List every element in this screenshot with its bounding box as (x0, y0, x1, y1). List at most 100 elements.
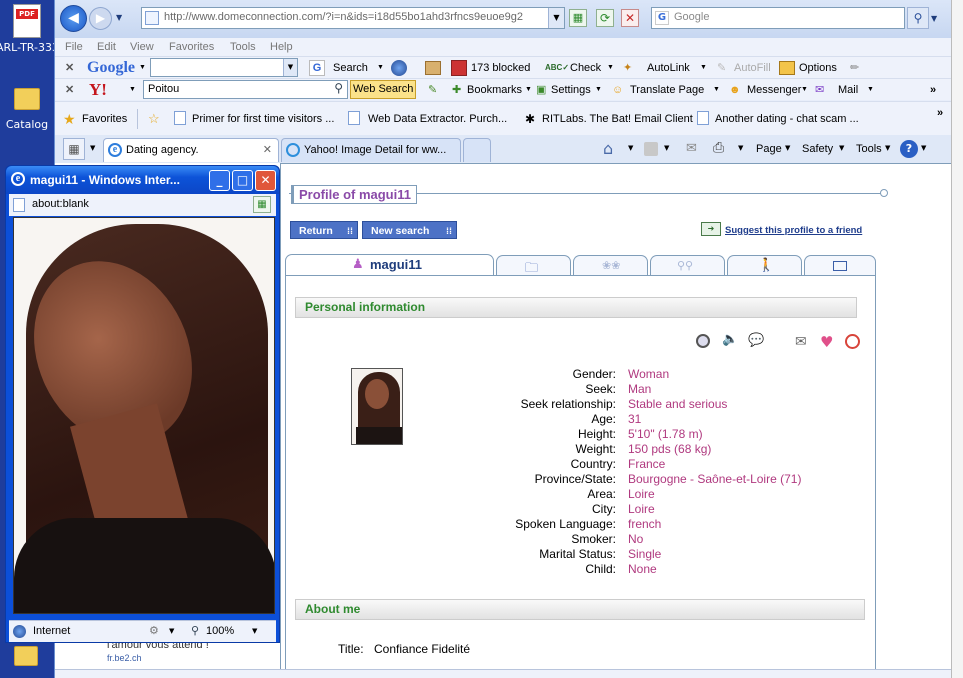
autofill-button[interactable]: AutoFill (734, 57, 771, 79)
more-chevron-icon[interactable]: » (937, 102, 943, 124)
forward-button[interactable]: ▶ (89, 7, 112, 30)
favorite-link-4[interactable]: Another dating - chat scam ... (715, 108, 859, 130)
mail-button[interactable]: Mail (838, 79, 858, 101)
popup-blocker-icon[interactable] (451, 60, 467, 76)
tab-yahoo-image[interactable]: Yahoo! Image Detail for ww... (281, 138, 461, 162)
compatibility-icon[interactable]: ▦ (569, 9, 587, 27)
options-button[interactable]: Options (799, 57, 837, 79)
tools-menu[interactable]: Tools (856, 138, 882, 160)
tab-list-icon[interactable]: ▼ (90, 144, 95, 152)
menu-tools[interactable]: Tools (230, 38, 256, 56)
tab-gifts[interactable]: ❀❀ (573, 255, 648, 276)
desktop-icon-pdf[interactable]: PDF ARL-TR-333 (0, 4, 54, 54)
chevron-down-icon[interactable]: ▼ (283, 59, 297, 76)
home-icon[interactable]: ⌂ (603, 139, 613, 158)
new-search-button[interactable]: New search ⁞⁞ (362, 221, 457, 239)
bookmarks-button[interactable]: Bookmarks (467, 79, 522, 101)
quick-tabs-button[interactable]: ▦ (63, 138, 85, 160)
menu-file[interactable]: File (65, 38, 83, 56)
options-icon[interactable] (779, 61, 795, 75)
tab-activity[interactable]: 🚶 (727, 255, 802, 276)
chevron-down-icon[interactable]: ▼ (738, 144, 743, 152)
tab-profile[interactable]: ♟ magui11 (285, 254, 494, 275)
add-favorite-icon[interactable]: ☆ (148, 108, 160, 130)
favorite-link-1[interactable]: Primer for first time visitors ... (192, 108, 334, 130)
menu-favorites[interactable]: Favorites (169, 38, 214, 56)
suggest-friend-icon[interactable]: ➜ (701, 222, 721, 236)
stop-button[interactable]: ✕ (621, 9, 639, 27)
zoom-level[interactable]: 100% (206, 625, 234, 637)
chevron-down-icon[interactable]: ▼ (867, 79, 874, 101)
yahoo-query[interactable]: Poitou (148, 83, 179, 95)
maximize-button[interactable]: □ (232, 170, 253, 191)
check-button[interactable]: Check (570, 57, 601, 79)
favorite-link-2[interactable]: Web Data Extractor. Purch... (368, 108, 507, 130)
messenger-button[interactable]: Messenger (747, 79, 801, 101)
yahoo-search-input[interactable]: Poitou ⚲ (143, 80, 348, 99)
chevron-down-icon[interactable]: ▼ (628, 144, 633, 152)
more-chevron-icon[interactable]: » (930, 79, 936, 101)
feeds-icon[interactable] (644, 142, 658, 156)
audio-icon[interactable]: 🔈 (722, 332, 738, 347)
tab-dating-agency[interactable]: e Dating agency. ✕ (103, 138, 279, 162)
chevron-down-icon[interactable]: ▼ (801, 79, 808, 101)
highlight-icon[interactable]: ✎ (428, 79, 437, 101)
spellcheck-icon[interactable]: ABC✓ (545, 57, 569, 79)
refresh-button[interactable]: ⟳ (596, 9, 614, 27)
desktop-icon-catalog[interactable]: Catalog (0, 88, 54, 131)
webcam-icon[interactable] (696, 334, 710, 348)
chevron-down-icon[interactable]: ▼ (595, 79, 602, 101)
back-button[interactable]: ◀ (60, 5, 87, 32)
chevron-down-icon[interactable]: ▼ (139, 57, 146, 79)
safety-menu[interactable]: Safety (802, 138, 833, 160)
chevron-down-icon[interactable]: ▼ (839, 144, 844, 152)
protected-mode-icon[interactable]: ⚙ (149, 624, 159, 637)
menu-view[interactable]: View (130, 38, 154, 56)
pencil-icon[interactable]: ✏ (850, 57, 859, 79)
minimize-button[interactable]: _ (209, 170, 230, 191)
chevron-down-icon[interactable]: ▼ (785, 144, 790, 152)
search-options-icon[interactable]: ▼ (931, 14, 937, 23)
chevron-down-icon[interactable]: ▼ (129, 79, 136, 101)
chevron-down-icon[interactable]: ▼ (548, 8, 564, 28)
compatibility-icon[interactable]: ▦ (253, 196, 271, 213)
chevron-down-icon[interactable]: ▼ (664, 144, 669, 152)
chevron-down-icon[interactable]: ▼ (252, 627, 257, 635)
chevron-down-icon[interactable]: ▼ (377, 57, 384, 79)
address-url[interactable]: http://www.domeconnection.com/?i=n&ids=i… (164, 11, 554, 23)
behind-link[interactable]: fr.be2.ch (107, 653, 142, 663)
block-icon[interactable] (845, 334, 860, 349)
google-search-input[interactable]: ▼ (150, 58, 298, 77)
autolink-button[interactable]: AutoLink (647, 57, 690, 79)
page-menu[interactable]: Page (756, 138, 782, 160)
new-tab-button[interactable] (463, 138, 491, 162)
translate-button[interactable]: Translate Page (630, 79, 704, 101)
address-bar[interactable]: http://www.domeconnection.com/?i=n&ids=i… (141, 7, 565, 29)
chevron-down-icon[interactable]: ▼ (713, 79, 720, 101)
globe-icon[interactable] (391, 60, 407, 76)
favorites-button[interactable]: Favorites (82, 108, 127, 130)
message-icon[interactable]: ✉ (795, 334, 807, 350)
google-search-button[interactable]: Search (333, 57, 368, 79)
popup-address[interactable]: about:blank (32, 198, 89, 210)
print-icon[interactable]: ⎙ (713, 140, 724, 156)
read-mail-icon[interactable]: ✉ (686, 141, 697, 156)
chat-icon[interactable]: 💬 (748, 333, 764, 348)
search-placeholder[interactable]: Google (674, 11, 709, 23)
popup-blocked-count[interactable]: 173 blocked (471, 57, 530, 79)
tab-search[interactable]: ⚲⚲ (650, 255, 725, 276)
return-button[interactable]: Return ⁞⁞ (290, 221, 358, 239)
chevron-down-icon[interactable]: ▼ (525, 79, 532, 101)
search-box[interactable]: G Google (651, 7, 905, 29)
tab-card[interactable] (804, 255, 876, 276)
chevron-down-icon[interactable]: ▼ (885, 144, 890, 152)
chevron-down-icon[interactable]: ▼ (169, 627, 174, 635)
close-tab-icon[interactable]: ✕ (263, 139, 272, 161)
tab-photos[interactable]: 🗀 (496, 255, 571, 276)
close-icon[interactable]: ✕ (65, 57, 74, 79)
menu-help[interactable]: Help (270, 38, 293, 56)
heart-icon[interactable]: ♥ (820, 333, 833, 351)
profile-photo[interactable] (13, 217, 275, 614)
menu-edit[interactable]: Edit (97, 38, 116, 56)
close-icon[interactable]: ✕ (65, 79, 74, 101)
